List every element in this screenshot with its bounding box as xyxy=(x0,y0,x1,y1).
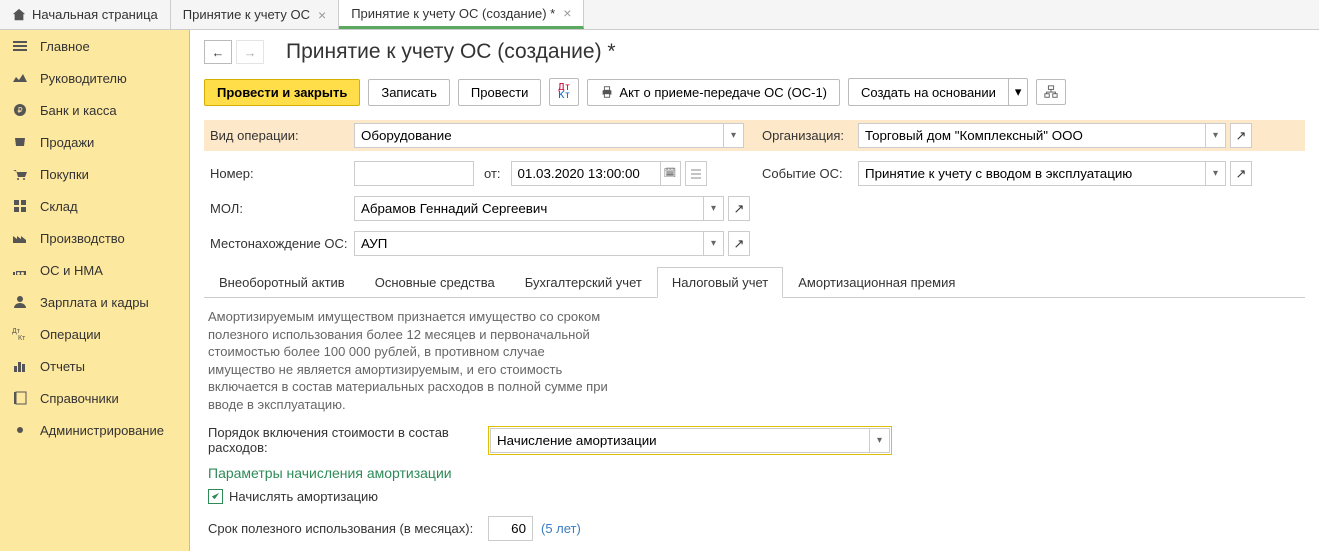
subtab-assets[interactable]: Основные средства xyxy=(360,267,510,298)
window-tabs: Начальная страница Принятие к учету ОС ×… xyxy=(0,0,1319,30)
subtab-accounting[interactable]: Бухгалтерский учет xyxy=(510,267,657,298)
tab-home[interactable]: Начальная страница xyxy=(0,0,171,29)
sidebar-item-menu[interactable]: Главное xyxy=(0,30,189,62)
include-label: Порядок включения стоимости в состав рас… xyxy=(208,425,488,455)
svg-text:Дт: Дт xyxy=(12,328,21,335)
tab-doc-new[interactable]: Принятие к учету ОС (создание) * × xyxy=(339,0,584,29)
post-close-button[interactable]: Провести и закрыть xyxy=(204,79,360,106)
sidebar-item-hr[interactable]: Зарплата и кадры xyxy=(0,286,189,318)
life-hint: (5 лет) xyxy=(541,521,581,536)
sidebar-item-bank[interactable]: ₽Банк и касса xyxy=(0,94,189,126)
sidebar-item-manager[interactable]: Руководителю xyxy=(0,62,189,94)
tab-doc-list[interactable]: Принятие к учету ОС × xyxy=(171,0,339,29)
content: ← → Принятие к учету ОС (создание) * Про… xyxy=(190,30,1319,551)
event-input[interactable] xyxy=(858,161,1206,186)
sidebar-item-admin[interactable]: Администрирование xyxy=(0,414,189,446)
sidebar-item-reports[interactable]: Отчеты xyxy=(0,350,189,382)
life-label: Срок полезного использования (в месяцах)… xyxy=(208,521,488,536)
subtabs: Внеоборотный актив Основные средства Бух… xyxy=(204,266,1305,298)
nav-forward-button: → xyxy=(236,40,264,64)
dropdown-icon[interactable]: ▾ xyxy=(870,428,890,453)
org-label: Организация: xyxy=(762,128,858,143)
loc-label: Местонахождение ОС: xyxy=(204,236,354,251)
dropdown-icon[interactable]: ▾ xyxy=(704,196,724,221)
op-type-input[interactable] xyxy=(354,123,724,148)
structure-button[interactable] xyxy=(1036,79,1066,105)
subtab-tax[interactable]: Налоговый учет xyxy=(657,267,783,298)
svg-text:₽: ₽ xyxy=(17,106,22,115)
from-label: от: xyxy=(484,166,501,181)
sidebar-item-catalogs[interactable]: Справочники xyxy=(0,382,189,414)
number-input[interactable] xyxy=(354,161,474,186)
sidebar-item-warehouse[interactable]: Склад xyxy=(0,190,189,222)
sidebar-item-purchases[interactable]: Покупки xyxy=(0,158,189,190)
date-input[interactable] xyxy=(511,161,661,186)
depreciation-section: Параметры начисления амортизации xyxy=(208,465,1301,481)
open-icon[interactable]: ↗ xyxy=(728,196,750,221)
dropdown-icon[interactable]: ▾ xyxy=(704,231,724,256)
post-button[interactable]: Провести xyxy=(458,79,542,106)
create-based-drop[interactable]: ▾ xyxy=(1008,78,1029,106)
movements-button[interactable]: ДтКт xyxy=(549,78,579,106)
loc-input[interactable] xyxy=(354,231,704,256)
number-label: Номер: xyxy=(204,166,354,181)
print-act-button[interactable]: Акт о приеме-передаче ОС (ОС-1) xyxy=(587,79,840,106)
tab-label: Принятие к учету ОС xyxy=(183,7,310,22)
printer-icon xyxy=(600,85,614,99)
dropdown-icon[interactable]: ▾ xyxy=(724,123,744,148)
svg-text:Кт: Кт xyxy=(18,335,26,342)
sidebar-item-operations[interactable]: ДтКтОперации xyxy=(0,318,189,350)
life-input[interactable] xyxy=(488,516,533,541)
mol-label: МОЛ: xyxy=(204,201,354,216)
dropdown-icon[interactable]: ▾ xyxy=(1206,123,1226,148)
nav-back-button[interactable]: ← xyxy=(204,40,232,64)
include-input[interactable] xyxy=(490,428,870,453)
dropdown-icon[interactable]: ▾ xyxy=(1206,161,1226,186)
org-input[interactable] xyxy=(858,123,1206,148)
mol-input[interactable] xyxy=(354,196,704,221)
calendar-icon[interactable]: 🗓 xyxy=(661,161,681,186)
sidebar: Главное Руководителю ₽Банк и касса Прода… xyxy=(0,30,190,551)
subtab-premium[interactable]: Амортизационная премия xyxy=(783,267,970,298)
depreciation-checkbox[interactable] xyxy=(208,489,223,504)
depreciation-checkbox-label: Начислять амортизацию xyxy=(229,489,378,504)
close-icon[interactable]: × xyxy=(318,7,326,23)
page-title: Принятие к учету ОС (создание) * xyxy=(286,40,616,64)
event-label: Событие ОС: xyxy=(762,166,858,181)
create-based-button[interactable]: Создать на основании xyxy=(848,78,1008,106)
close-icon[interactable]: × xyxy=(563,5,571,21)
list-icon[interactable] xyxy=(685,161,707,186)
save-button[interactable]: Записать xyxy=(368,79,450,106)
open-icon[interactable]: ↗ xyxy=(1230,161,1252,186)
open-icon[interactable]: ↗ xyxy=(1230,123,1252,148)
sidebar-item-production[interactable]: Производство xyxy=(0,222,189,254)
tab-home-label: Начальная страница xyxy=(32,7,158,22)
op-type-label: Вид операции: xyxy=(204,128,354,143)
tab-label: Принятие к учету ОС (создание) * xyxy=(351,6,555,21)
sidebar-item-assets[interactable]: ОС и НМА xyxy=(0,254,189,286)
sidebar-item-sales[interactable]: Продажи xyxy=(0,126,189,158)
tax-note: Амортизируемым имуществом признается иму… xyxy=(208,308,608,413)
subtab-nca[interactable]: Внеоборотный актив xyxy=(204,267,360,298)
open-icon[interactable]: ↗ xyxy=(728,231,750,256)
